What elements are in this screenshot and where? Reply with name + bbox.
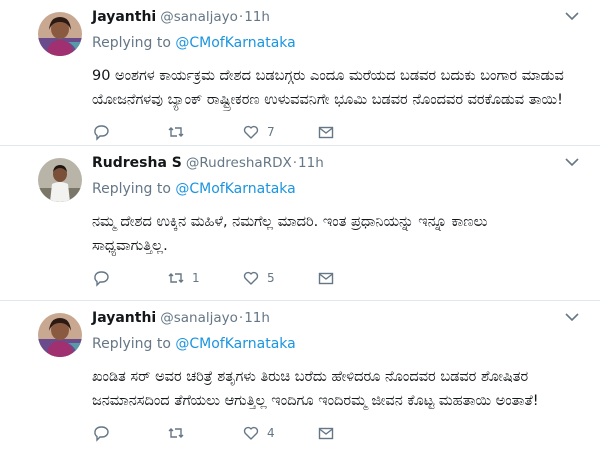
- tweet-feed: Jayanthi @sanaljayo · 11h Replying to @C…: [0, 0, 600, 450]
- display-name[interactable]: Jayanthi: [92, 310, 156, 326]
- tweet-text: 90 ಅಂಶಗಳ ಕಾರ್ಯಕ್ರಮ ದೇಶದ ಬಡಬಗ್ಗರು ಎಂದೂ ಮರ…: [92, 64, 586, 112]
- replying-prefix: Replying to: [92, 181, 176, 197]
- like-count: 4: [267, 426, 275, 440]
- user-handle[interactable]: @sanaljayo: [160, 9, 238, 25]
- reply-icon: [94, 125, 109, 141]
- user-handle[interactable]: @sanaljayo: [160, 310, 238, 326]
- heart-icon: [243, 271, 259, 285]
- timestamp[interactable]: 11h: [244, 310, 270, 326]
- message-button[interactable]: [317, 424, 347, 442]
- separator-dot: ·: [238, 310, 244, 326]
- like-count: 5: [267, 271, 275, 285]
- retweet-button[interactable]: 1: [167, 269, 242, 287]
- tweet-text-line: ಸಾಧ್ಯವಾಗುತ್ತಿಲ್ಲ.: [92, 238, 168, 254]
- heart-icon: [243, 125, 259, 139]
- timestamp[interactable]: 11h: [298, 155, 324, 171]
- like-button[interactable]: 5: [242, 269, 317, 287]
- envelope-icon: [318, 126, 334, 139]
- chevron-down-icon[interactable]: [564, 311, 580, 323]
- separator-dot: ·: [238, 9, 244, 25]
- tweet-text-line: ಖಂಡಿತ ಸರ್ ಅವರ ಚರಿತ್ರೆ ಶತೃಗಳು ತಿರುಚಿ ಬರೆದ…: [92, 369, 529, 385]
- tweet-item[interactable]: Rudresha S @RudreshaRDX · 11h Replying t…: [0, 146, 600, 301]
- chevron-down-icon[interactable]: [564, 156, 580, 168]
- retweet-icon: [168, 428, 184, 438]
- tweet-text-line: ಜನಮಾನಸದಿಂದ ತೆಗೆಯಲು ಆಗುತ್ತಿಲ್ಲ ಇಂದಿಗೂ ಇಂದ…: [92, 393, 539, 409]
- tweet-header: Jayanthi @sanaljayo · 11h: [92, 9, 586, 29]
- avatar[interactable]: [38, 12, 82, 56]
- tweet-item[interactable]: Jayanthi @sanaljayo · 11h Replying to @C…: [0, 0, 600, 146]
- avatar[interactable]: [38, 313, 82, 357]
- replying-prefix: Replying to: [92, 336, 176, 352]
- envelope-icon: [318, 427, 334, 440]
- tweet-text: ಖಂಡಿತ ಸರ್ ಅವರ ಚರಿತ್ರೆ ಶತೃಗಳು ತಿರುಚಿ ಬರೆದ…: [92, 365, 586, 413]
- tweet-header: Jayanthi @sanaljayo · 11h: [92, 310, 586, 330]
- replying-to: Replying to @CMofKarnataka: [92, 35, 586, 55]
- retweet-button[interactable]: [167, 123, 242, 141]
- avatar[interactable]: [38, 158, 82, 202]
- retweet-count: 1: [192, 271, 200, 285]
- mention-link[interactable]: @CMofKarnataka: [175, 35, 295, 51]
- tweet-header: Rudresha S @RudreshaRDX · 11h: [92, 155, 586, 175]
- replying-prefix: Replying to: [92, 35, 176, 51]
- reply-button[interactable]: [92, 123, 167, 141]
- timestamp[interactable]: 11h: [244, 9, 270, 25]
- separator-dot: ·: [292, 155, 298, 171]
- replying-to: Replying to @CMofKarnataka: [92, 181, 586, 201]
- like-count: 7: [267, 125, 275, 139]
- chevron-down-icon[interactable]: [564, 10, 580, 22]
- display-name[interactable]: Rudresha S: [92, 155, 182, 171]
- mention-link[interactable]: @CMofKarnataka: [175, 181, 295, 197]
- display-name[interactable]: Jayanthi: [92, 9, 156, 25]
- message-button[interactable]: [317, 269, 347, 287]
- replying-to: Replying to @CMofKarnataka: [92, 336, 586, 356]
- envelope-icon: [318, 272, 334, 285]
- heart-icon: [243, 426, 259, 440]
- message-button[interactable]: [317, 123, 347, 141]
- tweet-text-line: ಯೋಜನೆಗಳವು ಬ್ಯಾಂಕ್ ರಾಷ್ಟ್ರೀಕರಣ ಉಳುವವನಿಗೇ …: [92, 92, 563, 108]
- reply-icon: [94, 426, 109, 442]
- tweet-text-line: 90 ಅಂಶಗಳ ಕಾರ್ಯಕ್ರಮ ದೇಶದ ಬಡಬಗ್ಗರು ಎಂದೂ ಮರ…: [92, 68, 564, 84]
- retweet-icon: [168, 273, 184, 283]
- like-button[interactable]: 4: [242, 424, 317, 442]
- retweet-button[interactable]: [167, 424, 242, 442]
- user-handle[interactable]: @RudreshaRDX: [186, 155, 292, 171]
- reply-icon: [94, 271, 109, 287]
- retweet-icon: [168, 127, 184, 137]
- tweet-item[interactable]: Jayanthi @sanaljayo · 11h Replying to @C…: [0, 301, 600, 450]
- action-bar: 4: [92, 413, 586, 453]
- tweet-text: ನಮ್ಮ ದೇಶದ ಉಕ್ಕಿನ ಮಹಿಳೆ, ನಮಗೆಲ್ಲ ಮಾದರಿ. ಇ…: [92, 210, 586, 258]
- tweet-text-line: ನಮ್ಮ ದೇಶದ ಉಕ್ಕಿನ ಮಹಿಳೆ, ನಮಗೆಲ್ಲ ಮಾದರಿ. ಇ…: [92, 214, 488, 230]
- reply-button[interactable]: [92, 269, 167, 287]
- mention-link[interactable]: @CMofKarnataka: [175, 336, 295, 352]
- like-button[interactable]: 7: [242, 123, 317, 141]
- reply-button[interactable]: [92, 424, 167, 442]
- action-bar: 1 5: [92, 258, 586, 298]
